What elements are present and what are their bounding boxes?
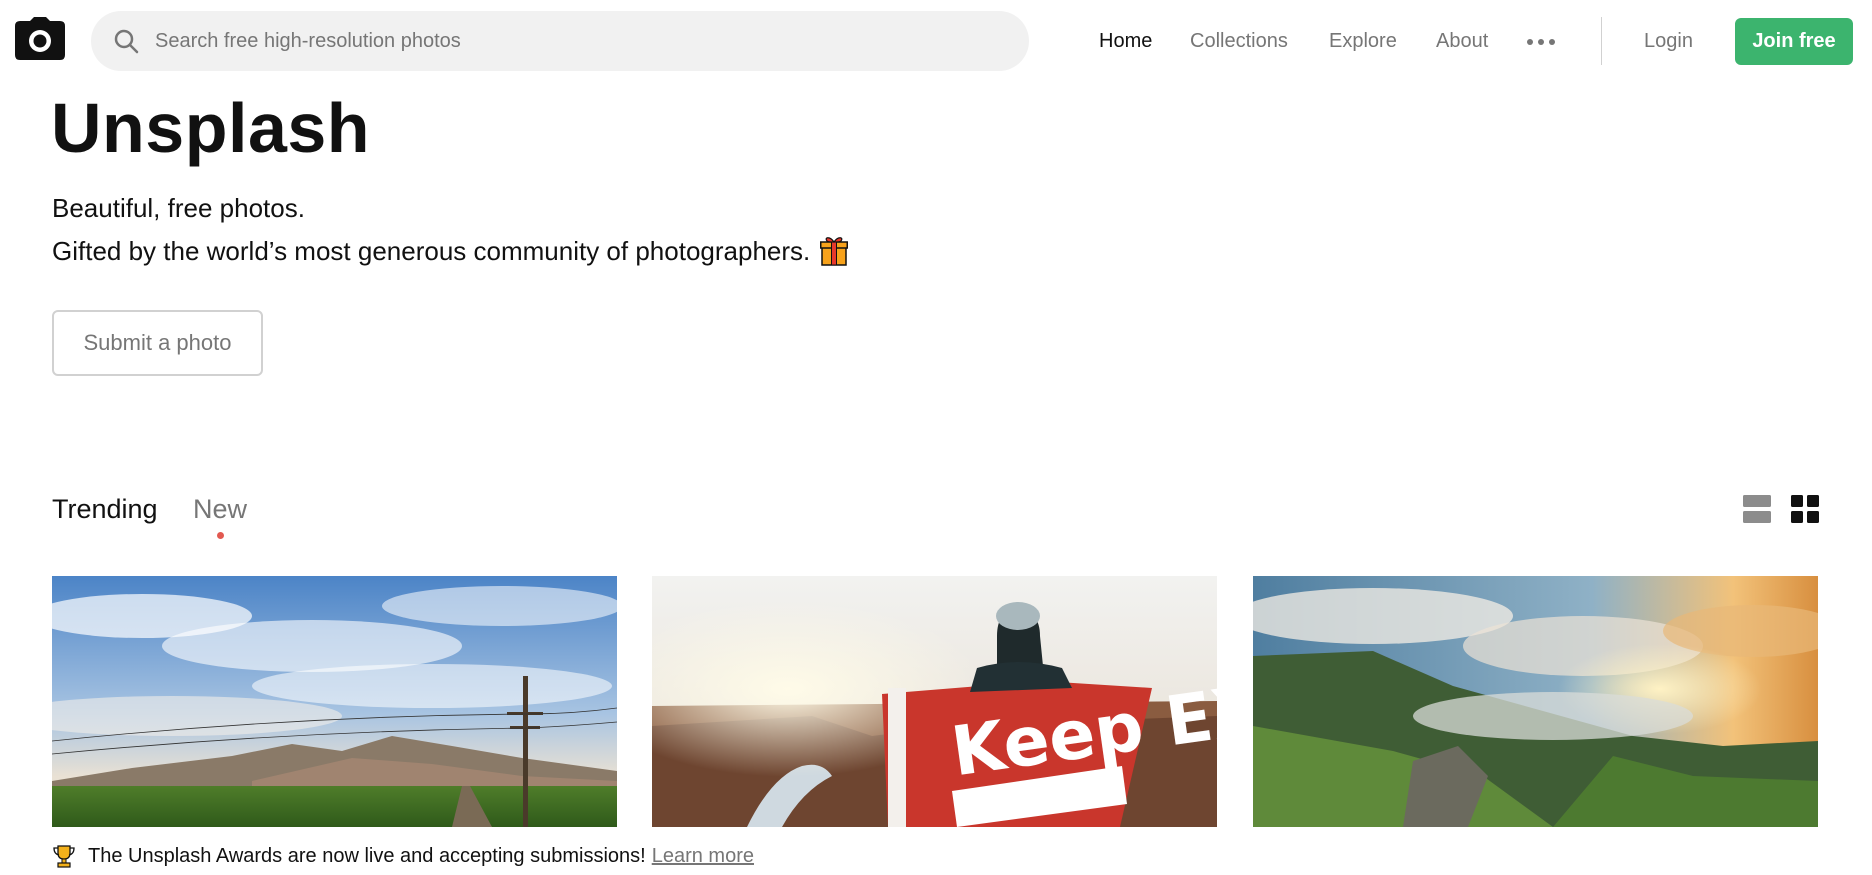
hero-subtagline: Gifted by the world’s most generous comm… — [52, 234, 849, 268]
green-cliffs-sunset-photo[interactable] — [1253, 576, 1818, 827]
login-link[interactable]: Login — [1644, 28, 1693, 54]
grid-view-icon[interactable] — [1791, 495, 1819, 523]
page: Home Collections Explore About Login Joi… — [0, 0, 1872, 875]
awards-notice-text: The Unsplash Awards are now live and acc… — [88, 844, 646, 867]
person-holding-flag-canyon-photo[interactable]: Keep EXPLORING — [652, 576, 1217, 827]
tab-trending[interactable]: Trending — [52, 492, 158, 526]
search-icon — [114, 29, 139, 54]
join-free-button[interactable]: Join free — [1735, 18, 1853, 65]
farm-field-power-pole-photo[interactable] — [52, 576, 617, 827]
gift-icon — [820, 237, 849, 266]
nav-divider — [1601, 17, 1602, 65]
more-horizontal-icon[interactable] — [1527, 39, 1555, 45]
search-input[interactable] — [155, 21, 975, 61]
submit-photo-button[interactable]: Submit a photo — [52, 310, 263, 376]
hero-tagline: Beautiful, free photos. — [52, 193, 305, 223]
search-bar[interactable] — [91, 11, 1029, 71]
awards-notice: The Unsplash Awards are now live and acc… — [52, 842, 754, 870]
page-title: Unsplash — [51, 89, 371, 167]
hero-subtagline-text: Gifted by the world’s most generous comm… — [52, 236, 811, 266]
camera-icon[interactable] — [15, 17, 65, 60]
new-indicator-dot — [217, 532, 224, 539]
nav-collections[interactable]: Collections — [1190, 28, 1288, 54]
nav-explore[interactable]: Explore — [1329, 28, 1397, 54]
nav-home[interactable]: Home — [1099, 28, 1152, 54]
nav-about[interactable]: About — [1436, 28, 1488, 54]
trophy-icon — [53, 845, 75, 868]
tab-new[interactable]: New — [193, 492, 247, 526]
list-view-icon[interactable] — [1743, 495, 1771, 523]
learn-more-link[interactable]: Learn more — [652, 845, 754, 868]
